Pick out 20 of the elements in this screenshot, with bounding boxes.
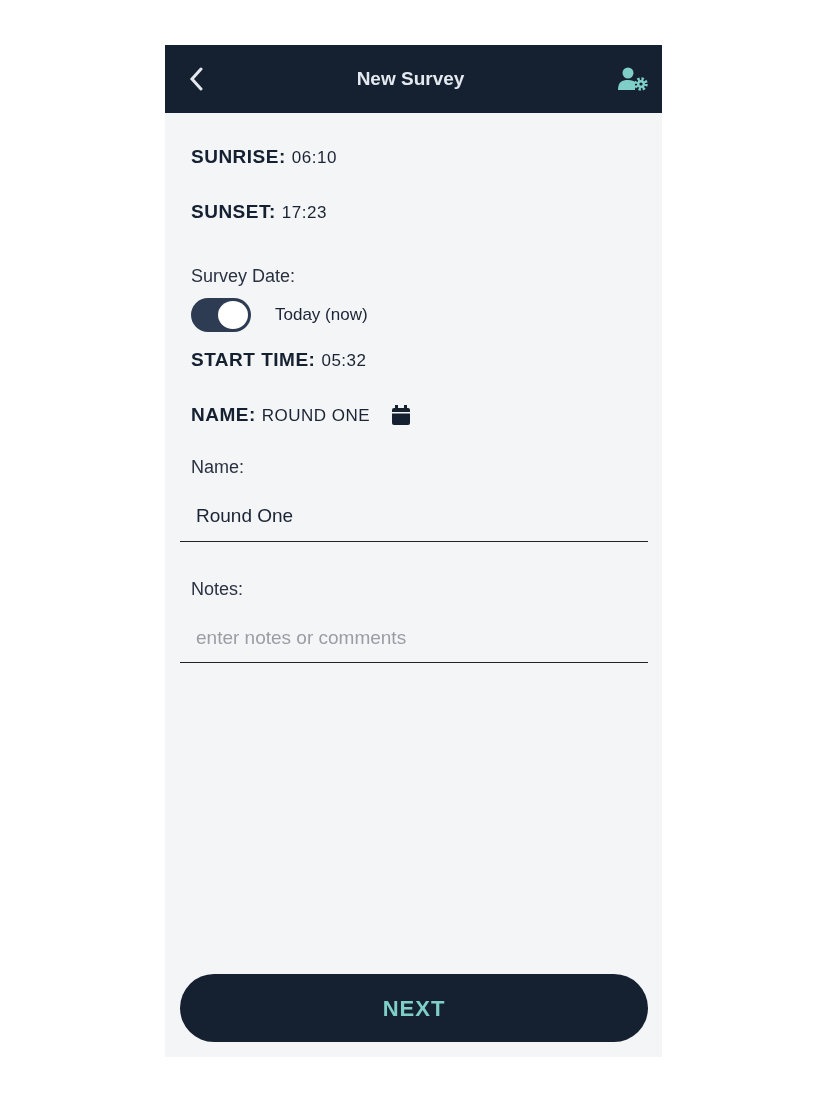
toggle-label: Today (now): [275, 304, 368, 327]
info-value: 05:32: [321, 350, 367, 372]
back-button[interactable]: [189, 66, 203, 92]
info-label: SUNRISE:: [191, 145, 286, 169]
field-label: Notes:: [191, 577, 245, 601]
info-value: ROUND ONE: [261, 404, 371, 427]
next-button[interactable]: NEXT: [180, 974, 648, 1042]
toggle-switch[interactable]: [191, 298, 251, 332]
info-label: START TIME:: [191, 348, 316, 372]
info-value: 17:23: [281, 201, 327, 224]
info-label: SUNSET:: [191, 199, 276, 224]
screen-title: New Survey: [356, 66, 465, 91]
input-field[interactable]: Round One: [180, 492, 648, 542]
info-label: NAME:: [191, 402, 256, 427]
info-value: 06:10: [291, 147, 337, 169]
field-label: Survey Date:: [191, 265, 297, 288]
field-label: Name:: [191, 456, 245, 479]
input-field[interactable]: enter notes or comments: [180, 613, 648, 663]
calendar-icon[interactable]: [392, 404, 411, 425]
user-settings-icon[interactable]: [618, 66, 648, 92]
